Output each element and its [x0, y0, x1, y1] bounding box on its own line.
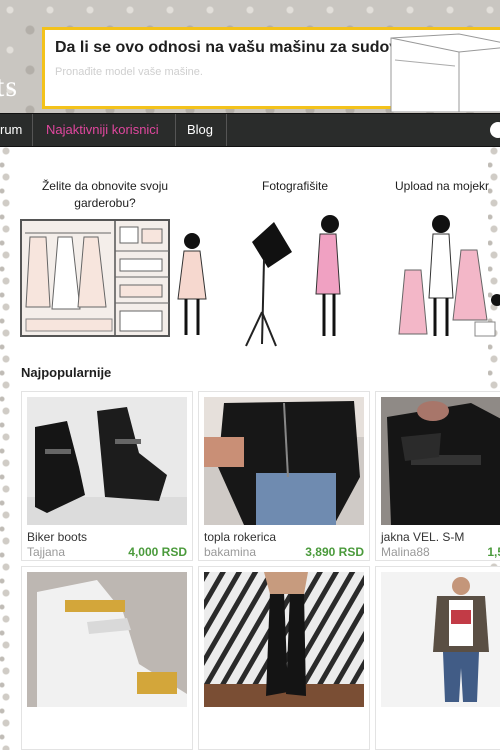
left-ornament [0, 145, 12, 750]
nav-item-most-active-users[interactable]: Najaktivniji korisnici [46, 114, 159, 146]
photography-illustration [245, 215, 341, 347]
nav-separator [226, 114, 227, 146]
popular-section-title: Najpopularnije [21, 365, 112, 380]
product-name[interactable]: Biker boots [27, 530, 87, 544]
dishwasher-illustration [390, 33, 500, 112]
product-card[interactable]: topla rokerica bakamina 3,890 RSD [198, 391, 370, 561]
nav-separator [32, 114, 33, 146]
product-price: 4,000 RSD [128, 545, 187, 559]
step-3-caption: Upload na mojekr [395, 179, 490, 193]
site-header: ts Da li se ovo odnosi na vašu mašinu za… [0, 0, 500, 113]
product-photo[interactable] [381, 397, 500, 525]
product-seller[interactable]: Malina88 [381, 545, 430, 559]
product-card[interactable]: Biker boots Tajjana 4,000 RSD [21, 391, 193, 561]
product-seller[interactable]: Tajjana [27, 545, 65, 559]
ad-title[interactable]: Da li se ovo odnosi na vašu mašinu za su… [55, 39, 417, 57]
product-card[interactable] [21, 566, 193, 750]
site-logo[interactable]: ts [0, 70, 18, 104]
product-photo[interactable] [204, 572, 364, 707]
product-price: 3,890 RSD [305, 545, 364, 559]
product-name[interactable]: topla rokerica [204, 530, 276, 544]
product-name[interactable]: jakna VEL. S-M [381, 530, 464, 544]
product-card[interactable] [375, 566, 500, 750]
product-photo[interactable] [27, 572, 187, 707]
product-card[interactable]: jakna VEL. S-M Malina88 1,5 [375, 391, 500, 561]
product-card[interactable] [198, 566, 370, 750]
nav-separator [175, 114, 176, 146]
upload-illustration [398, 215, 500, 337]
product-photo[interactable] [27, 397, 187, 525]
nav-item-blog[interactable]: Blog [187, 114, 213, 146]
product-photo[interactable] [204, 397, 364, 525]
product-seller[interactable]: bakamina [204, 545, 256, 559]
ad-subtitle: Pronađite model vaše mašine. [55, 66, 203, 78]
product-price: 1,5 [487, 545, 500, 559]
wardrobe-illustration [20, 219, 207, 337]
main-nav: rum Najaktivniji korisnici Blog [0, 113, 500, 147]
step-1-caption: Želite da obnovite svoju garderobu? [41, 179, 169, 210]
ad-banner[interactable]: Da li se ovo odnosi na vašu mašinu za su… [42, 27, 500, 112]
product-photo[interactable] [381, 572, 500, 707]
step-2-caption: Fotografišite [261, 179, 329, 193]
nav-item-forum[interactable]: rum [0, 114, 22, 146]
search-toggle-icon[interactable] [490, 122, 500, 138]
